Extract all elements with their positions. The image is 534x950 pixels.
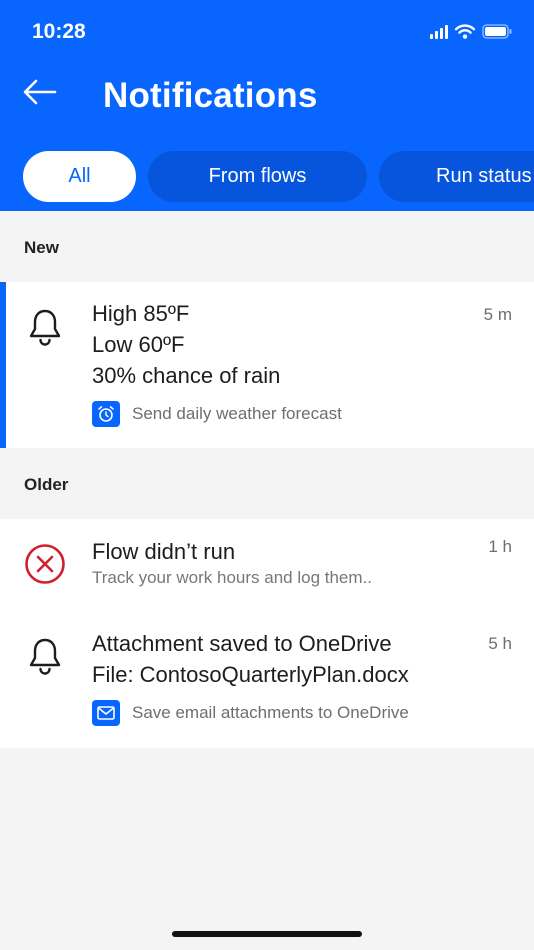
section-label-new: New	[24, 238, 59, 257]
cellular-signal-icon	[430, 25, 448, 39]
home-indicator[interactable]	[172, 931, 362, 937]
app-header: 10:28 Notifications All From flows Run s…	[0, 0, 534, 211]
older-notifications-list: Flow didn’t run Track your work hours an…	[0, 519, 534, 748]
tab-all[interactable]: All	[23, 151, 136, 202]
flow-source-label: Send daily weather forecast	[132, 404, 342, 423]
filter-tabs: All From flows Run status	[23, 151, 534, 202]
tab-run-status[interactable]: Run status	[379, 151, 534, 202]
error-circle-icon	[24, 543, 66, 585]
notification-line: Attachment saved to OneDrive	[92, 631, 392, 656]
page-title: Notifications	[103, 76, 318, 115]
alarm-clock-icon	[92, 401, 120, 427]
battery-icon	[482, 24, 512, 39]
notification-content: High 85ºF Low 60ºF 30% chance of rain Se…	[92, 298, 474, 427]
arrow-left-icon	[23, 79, 57, 105]
wifi-icon	[455, 24, 475, 39]
notification-content: Attachment saved to OneDrive File: Conto…	[92, 628, 474, 726]
status-icons	[430, 24, 512, 39]
mail-icon	[92, 700, 120, 726]
back-button[interactable]	[20, 72, 60, 112]
notification-subtext: Track your work hours and log them..	[92, 568, 372, 587]
notification-title: Flow didn’t run	[92, 539, 236, 564]
flow-source-label: Save email attachments to OneDrive	[132, 703, 409, 722]
notification-time: 1 h	[488, 537, 512, 556]
flow-source: Save email attachments to OneDrive	[92, 700, 474, 726]
notification-attachment-saved[interactable]: Attachment saved to OneDrive File: Conto…	[0, 619, 534, 748]
notification-weather[interactable]: High 85ºF Low 60ºF 30% chance of rain Se…	[0, 282, 534, 448]
notification-content: Flow didn’t run Track your work hours an…	[92, 536, 474, 588]
tab-from-flows[interactable]: From flows	[148, 151, 367, 202]
bell-icon	[24, 635, 66, 677]
notification-line: 30% chance of rain	[92, 363, 281, 388]
section-label-older: Older	[24, 475, 69, 494]
notification-flow-failed[interactable]: Flow didn’t run Track your work hours an…	[0, 519, 534, 605]
bell-icon	[24, 306, 66, 348]
notification-time: 5 m	[483, 305, 512, 324]
notification-time: 5 h	[488, 634, 512, 653]
notification-line: File: ContosoQuarterlyPlan.docx	[92, 662, 409, 687]
status-time: 10:28	[32, 20, 86, 43]
flow-source: Send daily weather forecast	[92, 401, 474, 427]
notification-line: High 85ºF	[92, 301, 190, 326]
notification-line: Low 60ºF	[92, 332, 185, 357]
